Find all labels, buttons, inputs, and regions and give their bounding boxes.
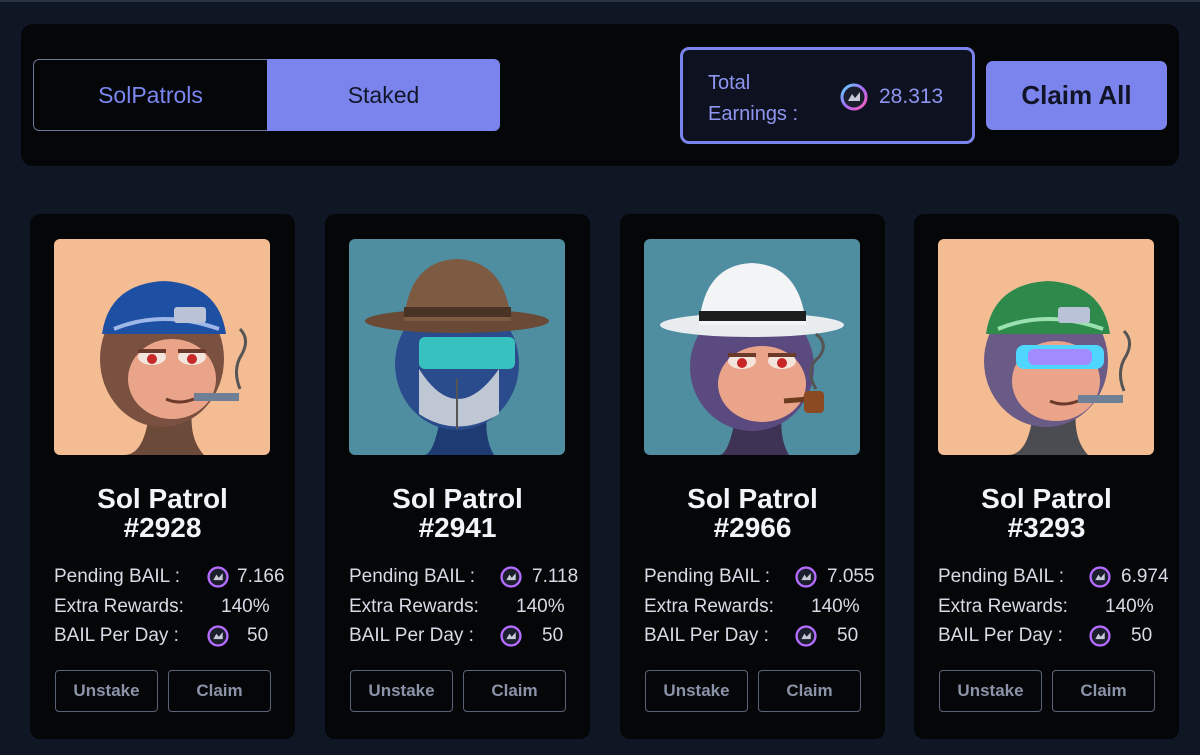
- nft-card: Sol Patrol #2941 Pending BAIL : 7.118 Ex…: [325, 214, 590, 739]
- claim-button[interactable]: Claim: [463, 670, 566, 712]
- nft-name: Sol Patrol: [97, 483, 228, 514]
- bail-coin-icon: [795, 625, 817, 647]
- bail-per-day-label: BAIL Per Day :: [54, 625, 179, 646]
- bail-per-day-value: 50: [1131, 625, 1153, 646]
- claim-all-button[interactable]: Claim All: [986, 61, 1167, 130]
- extra-rewards-value: 140%: [516, 596, 565, 617]
- nft-image-ape-white-hat-pipe: [644, 239, 860, 455]
- bail-coin-icon: [207, 566, 229, 588]
- pending-bail-label: Pending BAIL :: [644, 566, 771, 587]
- bail-coin-icon: [1089, 566, 1111, 588]
- extra-rewards-value: 140%: [221, 596, 270, 617]
- nft-image-ape-brown-hat-visor: [349, 239, 565, 455]
- total-earnings-value: 28.313: [879, 85, 944, 108]
- nft-card: Sol Patrol #2928 Pending BAIL : 7.166 Ex…: [30, 214, 295, 739]
- bail-per-day-label: BAIL Per Day :: [644, 625, 769, 646]
- nft-number: #3293: [1007, 512, 1086, 543]
- claim-button[interactable]: Claim: [168, 670, 271, 712]
- nft-title: Sol Patrol #2966: [620, 484, 885, 542]
- pending-bail-value: 7.118: [532, 566, 579, 587]
- bail-per-day-value: 50: [542, 625, 564, 646]
- extra-rewards-label: Extra Rewards:: [349, 596, 479, 617]
- bail-per-day-label: BAIL Per Day :: [349, 625, 474, 646]
- nft-title: Sol Patrol #2928: [30, 484, 295, 542]
- nft-image-ape-cyber-helmet-cigar: [54, 239, 270, 455]
- view-tabs: SolPatrols Staked: [33, 59, 500, 131]
- bail-coin-icon: [1089, 625, 1111, 647]
- nft-name: Sol Patrol: [392, 483, 523, 514]
- total-earnings-label: Total Earnings :: [708, 72, 799, 125]
- pending-bail-value: 7.055: [827, 566, 875, 587]
- extra-rewards-value: 140%: [811, 596, 860, 617]
- bail-per-day-value: 50: [837, 625, 859, 646]
- unstake-button[interactable]: Unstake: [939, 670, 1042, 712]
- pending-bail-value: 6.974: [1121, 566, 1169, 587]
- extra-rewards-value: 140%: [1105, 596, 1154, 617]
- bail-coin-icon: [840, 83, 868, 111]
- bail-coin-icon: [500, 625, 522, 647]
- bail-coin-icon: [500, 566, 522, 588]
- pending-bail-label: Pending BAIL :: [938, 566, 1065, 587]
- unstake-button[interactable]: Unstake: [55, 670, 158, 712]
- extra-rewards-label: Extra Rewards:: [54, 596, 184, 617]
- nft-number: #2966: [713, 512, 792, 543]
- nft-image-ape-green-helmet-visor: [938, 239, 1154, 455]
- unstake-button[interactable]: Unstake: [645, 670, 748, 712]
- unstake-button[interactable]: Unstake: [350, 670, 453, 712]
- pending-bail-label: Pending BAIL :: [349, 566, 476, 587]
- nft-number: #2941: [418, 512, 497, 543]
- nft-card: Sol Patrol #3293 Pending BAIL : 6.974 Ex…: [914, 214, 1179, 739]
- nft-name: Sol Patrol: [687, 483, 818, 514]
- extra-rewards-label: Extra Rewards:: [938, 596, 1068, 617]
- total-earnings-box: Total Earnings : 28.313: [680, 47, 975, 144]
- pending-bail-label: Pending BAIL :: [54, 566, 181, 587]
- nft-number: #2928: [123, 512, 202, 543]
- nft-title: Sol Patrol #3293: [914, 484, 1179, 542]
- tab-staked[interactable]: Staked: [267, 59, 500, 131]
- nft-card: Sol Patrol #2966 Pending BAIL : 7.055 Ex…: [620, 214, 885, 739]
- nft-name: Sol Patrol: [981, 483, 1112, 514]
- bail-coin-icon: [795, 566, 817, 588]
- extra-rewards-label: Extra Rewards:: [644, 596, 774, 617]
- claim-button[interactable]: Claim: [758, 670, 861, 712]
- claim-button[interactable]: Claim: [1052, 670, 1155, 712]
- bail-per-day-label: BAIL Per Day :: [938, 625, 1063, 646]
- bail-per-day-value: 50: [247, 625, 269, 646]
- bail-coin-icon: [207, 625, 229, 647]
- tab-solpatrols[interactable]: SolPatrols: [33, 59, 267, 131]
- nft-title: Sol Patrol #2941: [325, 484, 590, 542]
- pending-bail-value: 7.166: [237, 566, 285, 587]
